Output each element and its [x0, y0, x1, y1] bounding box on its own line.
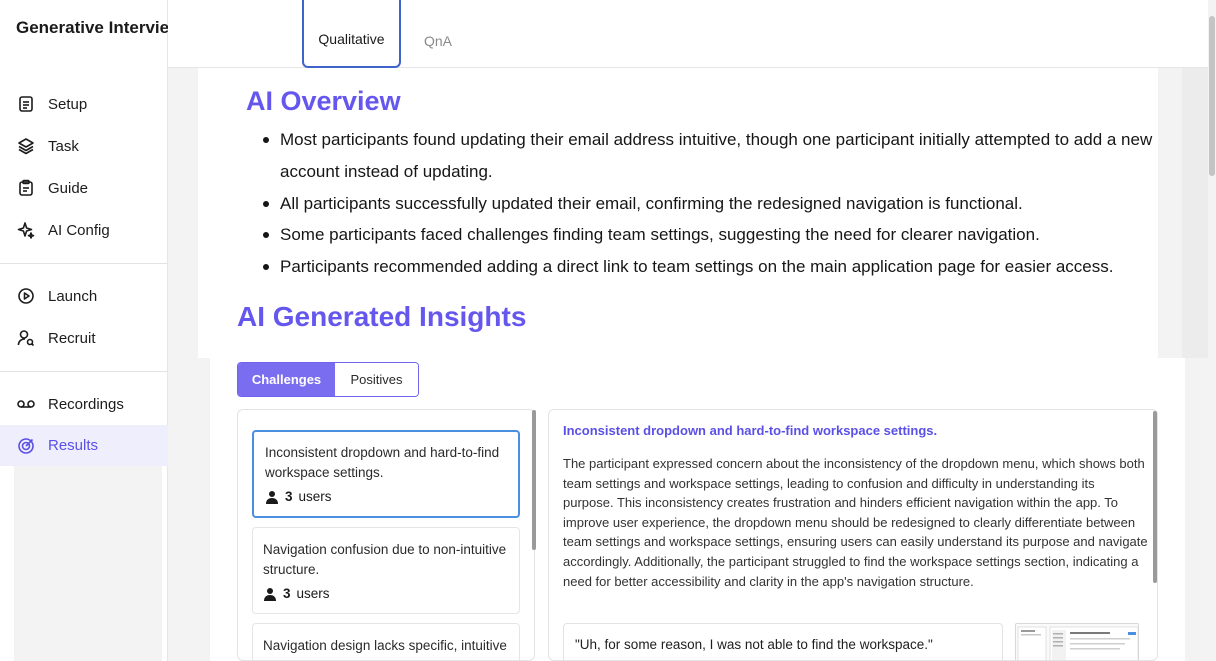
sidebar-item-recruit[interactable]: Recruit — [0, 318, 168, 358]
tab-label: Qualitative — [318, 31, 385, 47]
document-icon — [16, 94, 36, 114]
user-count: 3 — [285, 489, 293, 504]
insight-detail: Inconsistent dropdown and hard-to-find w… — [548, 409, 1158, 661]
ai-insights-heading: AI Generated Insights — [237, 301, 527, 332]
tab-qualitative[interactable]: Qualitative — [302, 0, 401, 68]
app-window: Generative Interview Setup Task Guide AI… — [0, 0, 1216, 661]
app-title: Generative Interview — [16, 18, 183, 37]
insight-card-title: Navigation confusion due to non-intuitiv… — [263, 542, 507, 577]
clipboard-icon — [16, 178, 36, 198]
users-label: users — [296, 586, 330, 601]
sidebar-item-results[interactable]: Results — [0, 425, 168, 466]
sidebar-item-label: Recruit — [48, 329, 96, 347]
overview-bullet-list: Most participants found updating their e… — [262, 124, 1182, 283]
insight-card-users: 3 users — [265, 489, 507, 504]
user-count: 3 — [283, 586, 291, 601]
user-icon — [265, 490, 279, 504]
sidebar-item-recordings[interactable]: Recordings — [0, 384, 168, 424]
sidebar-item-label: Results — [48, 437, 99, 454]
sidebar-divider — [0, 371, 168, 372]
challenges-button[interactable]: Challenges — [238, 363, 335, 396]
insight-detail-body: The participant expressed concern about … — [563, 456, 1148, 589]
users-label: users — [298, 489, 332, 504]
screenshot-thumbnail-icon — [1016, 624, 1138, 660]
insight-card-title: Navigation design lacks specific, intuit… — [263, 638, 507, 660]
sidebar-item-guide[interactable]: Guide — [0, 168, 168, 208]
positives-button[interactable]: Positives — [335, 363, 418, 396]
sparkles-icon — [16, 220, 36, 240]
tab-label: QnA — [423, 33, 452, 49]
sidebar-item-label: Launch — [48, 287, 98, 305]
overview-bullet: Participants recommended adding a direct… — [262, 251, 1182, 283]
insight-card[interactable]: Navigation confusion due to non-intuitiv… — [252, 527, 520, 614]
right-gutter — [1182, 68, 1208, 358]
layers-icon — [16, 136, 36, 156]
sidebar-item-launch[interactable]: Launch — [0, 276, 168, 316]
insight-list[interactable]: Inconsistent dropdown and hard-to-find w… — [237, 409, 535, 661]
sidebar-item-task[interactable]: Task — [0, 126, 168, 166]
sidebar-item-label: Setup — [48, 95, 88, 113]
sidebar-item-label: AI Config — [48, 221, 110, 239]
ai-overview-heading: AI Overview — [246, 86, 401, 116]
overview-bullet: Some participants faced challenges findi… — [262, 219, 1182, 251]
insight-card[interactable]: Navigation design lacks specific, intuit… — [252, 623, 520, 660]
sidebar-footer-area — [14, 466, 162, 661]
insight-card-users: 3 users — [263, 586, 507, 601]
overview-bullet: Most participants found updating their e… — [262, 124, 1182, 188]
sidebar-item-setup[interactable]: Setup — [0, 84, 168, 124]
insight-detail-title: Inconsistent dropdown and hard-to-find w… — [563, 423, 938, 438]
top-tab-bar: Qualitative QnA — [168, 0, 1216, 68]
sidebar-item-label: Guide — [48, 179, 89, 197]
insight-card-title: Inconsistent dropdown and hard-to-find w… — [265, 445, 500, 480]
video-thumbnail[interactable] — [1015, 623, 1139, 660]
sidebar-item-ai-config[interactable]: AI Config — [0, 210, 168, 250]
play-circle-icon — [16, 286, 36, 306]
sidebar: Generative Interview Setup Task Guide AI… — [0, 0, 182, 661]
quote-text: "Uh, for some reason, I was not able to … — [575, 637, 933, 652]
overview-bullet: All participants successfully updated th… — [262, 188, 1182, 220]
insight-type-toggle: Challenges Positives — [237, 362, 419, 397]
tab-qna[interactable]: QnA — [414, 0, 462, 68]
user-search-icon — [16, 328, 36, 348]
insight-card[interactable]: Inconsistent dropdown and hard-to-find w… — [252, 430, 520, 518]
user-icon — [263, 587, 277, 601]
sidebar-divider — [0, 263, 168, 264]
sidebar-item-label: Recordings — [48, 395, 124, 413]
list-scrollbar[interactable] — [532, 410, 536, 550]
page-scrollbar-thumb[interactable] — [1209, 16, 1215, 176]
sidebar-item-label: Task — [48, 137, 79, 155]
target-icon — [16, 436, 36, 456]
quote-card[interactable]: "Uh, for some reason, I was not able to … — [563, 623, 1003, 660]
voicemail-icon — [16, 394, 36, 414]
detail-scrollbar[interactable] — [1153, 411, 1157, 583]
page-scrollbar-track[interactable] — [1208, 0, 1216, 661]
